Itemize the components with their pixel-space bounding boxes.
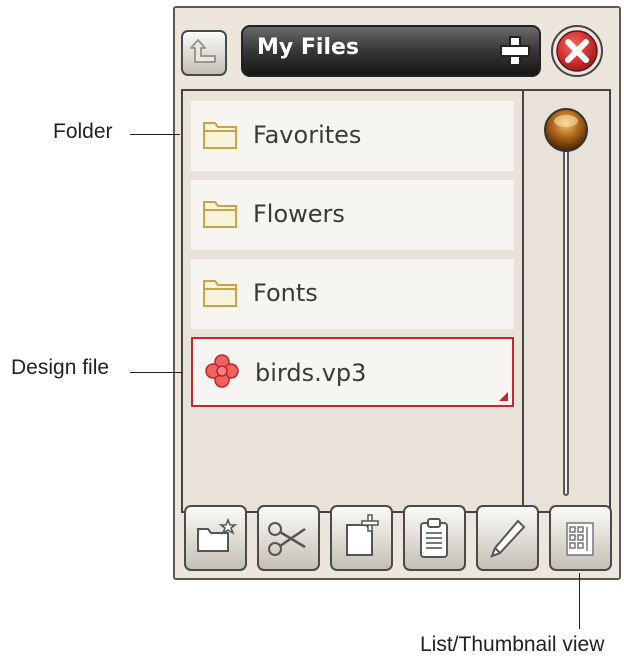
callout-folder: Folder (53, 120, 113, 143)
rename-button[interactable] (476, 505, 539, 571)
folder-icon (203, 122, 237, 149)
list-item-label: Flowers (253, 200, 345, 228)
clipboard-icon (420, 518, 448, 558)
list-item-folder[interactable]: Flowers (191, 180, 514, 250)
new-folder-button[interactable] (184, 505, 247, 571)
title-bar: My Files (241, 25, 541, 77)
window-title: My Files (257, 35, 360, 60)
corner-indicator (499, 392, 508, 401)
cut-button[interactable] (257, 505, 320, 571)
plus-icon[interactable] (499, 35, 531, 67)
list-item-label: Favorites (253, 121, 362, 149)
folder-icon (203, 201, 237, 228)
callout-line (130, 372, 182, 373)
scissors-icon (268, 522, 306, 556)
list-thumbnail-view-button[interactable] (549, 505, 612, 571)
list-item-folder[interactable]: Fonts (191, 259, 514, 329)
new-file-icon (346, 514, 379, 556)
paste-button[interactable] (403, 505, 466, 571)
list-item-label: birds.vp3 (255, 359, 367, 387)
new-folder-icon (197, 517, 238, 552)
scrollbar-track[interactable] (563, 140, 569, 496)
list-item-design-file[interactable]: birds.vp3 (191, 337, 514, 407)
list-item-folder[interactable]: Favorites (191, 101, 514, 171)
callout-line (130, 134, 180, 135)
scrollbar-knob[interactable] (543, 107, 589, 153)
callout-design-file: Design file (11, 356, 110, 379)
callout-line (579, 573, 580, 629)
pencil-icon (490, 519, 526, 558)
callout-view: List/Thumbnail view (420, 633, 605, 656)
folder-icon (203, 280, 237, 307)
up-folder-button[interactable] (181, 30, 227, 76)
list-item-label: Fonts (253, 279, 318, 307)
list-thumbnail-icon (566, 522, 594, 556)
new-file-button[interactable] (330, 505, 393, 571)
arrow-up-icon (190, 39, 216, 63)
close-button[interactable] (549, 23, 605, 79)
embroidery-design-icon (205, 354, 239, 388)
